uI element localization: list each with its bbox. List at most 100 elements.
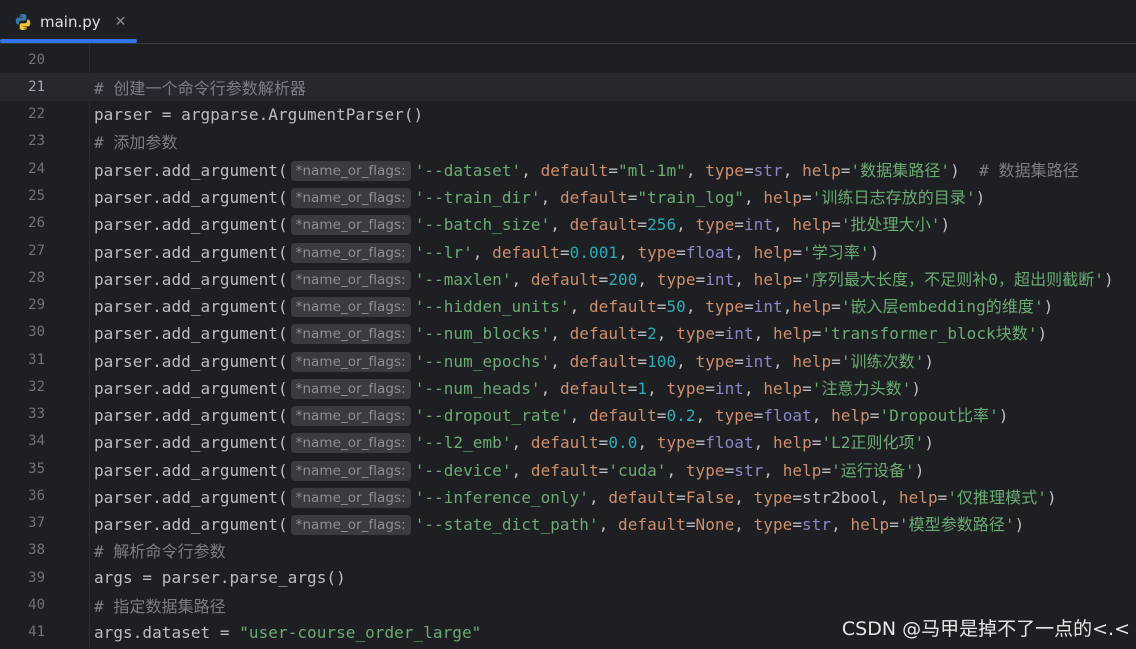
code-token: help: [792, 297, 832, 317]
code-token: ,: [521, 160, 541, 180]
code-token: default: [540, 160, 609, 180]
code-token: '--device': [414, 460, 512, 480]
code-token: parser.add_argument(: [94, 269, 288, 289]
code-token: =: [724, 460, 735, 480]
code-token: '--dataset': [414, 160, 522, 180]
code-line[interactable]: 37 parser.add_argument(*name_or_flags: '--…: [0, 510, 1136, 537]
code-line[interactable]: 32 parser.add_argument(*name_or_flags: '--…: [0, 373, 1136, 400]
code-token: '仅推理模式': [947, 487, 1047, 507]
code-token: '训练日志存放的目录': [811, 187, 976, 207]
code-token: '--dropout_rate': [414, 406, 570, 426]
code-token: 'cuda': [608, 460, 667, 480]
code-line[interactable]: 27 parser.add_argument(*name_or_flags: '--…: [0, 237, 1136, 264]
code-token: =: [676, 487, 686, 507]
active-tab-indicator: [0, 39, 137, 43]
parameter-hint: *name_or_flags:: [290, 242, 411, 263]
code-text: args.dataset = "user-course_order_large": [94, 623, 481, 642]
code-token: ): [1043, 297, 1054, 317]
code-line[interactable]: 36 parser.add_argument(*name_or_flags: '--…: [0, 482, 1136, 509]
code-token: default: [559, 378, 628, 398]
code-line[interactable]: 21 # 创建一个命令行参数解析器: [0, 73, 1136, 101]
code-line[interactable]: 29 parser.add_argument(*name_or_flags: '--…: [0, 291, 1136, 318]
code-line[interactable]: 20: [0, 46, 1136, 73]
code-line[interactable]: 22 parser = argparse.ArgumentParser(): [0, 101, 1136, 128]
code-text: parser.add_argument(*name_or_flags: '--tr…: [94, 184, 985, 208]
code-token: int: [753, 297, 783, 317]
code-line[interactable]: 24 parser.add_argument(*name_or_flags: '--…: [0, 155, 1136, 182]
code-token: ,: [540, 187, 560, 207]
code-token: int: [743, 215, 774, 235]
code-token: =: [676, 242, 686, 262]
code-token: str2bool: [802, 487, 880, 507]
line-number: 37: [28, 515, 45, 532]
code-token: help: [850, 515, 890, 535]
code-token: # 添加参数: [94, 133, 178, 153]
code-token: =: [695, 269, 706, 289]
tab-main-py[interactable]: main.py ✕: [0, 0, 137, 44]
code-line[interactable]: 23 # 添加参数: [0, 128, 1136, 155]
close-tab-icon[interactable]: ✕: [115, 14, 127, 30]
code-token: =: [714, 324, 725, 344]
line-number: 26: [28, 215, 45, 232]
code-token: default: [608, 487, 677, 507]
code-token: ,: [743, 187, 764, 207]
code-token: type: [666, 378, 706, 398]
code-line[interactable]: 33 parser.add_argument(*name_or_flags: '--…: [0, 401, 1136, 428]
code-token: int: [705, 269, 735, 289]
parameter-hint: *name_or_flags:: [290, 160, 411, 181]
code-token: ): [924, 351, 935, 371]
code-line[interactable]: 30 parser.add_argument(*name_or_flags: '--…: [0, 319, 1136, 346]
code-token: ,: [588, 487, 609, 507]
code-token: parser.add_argument(: [94, 351, 288, 371]
code-token: =: [598, 460, 609, 480]
code-text: parser = argparse.ArgumentParser(): [94, 105, 423, 124]
code-token: str: [734, 460, 764, 480]
line-number: 20: [28, 51, 45, 68]
code-token: ,: [472, 242, 493, 262]
line-number: 34: [28, 433, 45, 450]
parameter-hint: *name_or_flags:: [290, 406, 411, 427]
code-token: parser.add_argument(: [94, 460, 288, 480]
code-token: =: [792, 487, 803, 507]
line-number: 21: [28, 78, 45, 95]
parameter-hint: *name_or_flags:: [290, 297, 411, 318]
code-line[interactable]: 26 parser.add_argument(*name_or_flags: '--…: [0, 210, 1136, 237]
code-editor[interactable]: 20 21 # 创建一个命令行参数解析器 22 parser = argparse.Ar…: [0, 44, 1136, 649]
code-token: float: [763, 406, 812, 426]
line-number: 31: [28, 351, 45, 368]
code-token: ,: [666, 460, 686, 480]
code-line[interactable]: 39 args = parser.parse_args(): [0, 564, 1136, 591]
code-line[interactable]: 31 parser.add_argument(*name_or_flags: '--…: [0, 346, 1136, 373]
code-line[interactable]: 28 parser.add_argument(*name_or_flags: '--…: [0, 264, 1136, 291]
code-token: 50: [666, 297, 686, 317]
csdn-watermark: CSDN @马甲是掉不了一点的<.<: [841, 618, 1130, 640]
code-token: default: [569, 351, 638, 371]
code-token: help: [773, 433, 812, 453]
code-token: float: [705, 433, 754, 453]
code-token: ,: [695, 406, 715, 426]
parameter-hint: *name_or_flags:: [290, 515, 411, 536]
code-line[interactable]: 25 parser.add_argument(*name_or_flags: '--…: [0, 182, 1136, 209]
code-token: =: [792, 242, 803, 262]
code-token: '数据集路径': [850, 160, 951, 180]
code-token: '--num_epochs': [414, 351, 551, 371]
code-token: ,: [811, 406, 832, 426]
code-token: help: [763, 378, 803, 398]
parameter-hint: *name_or_flags:: [290, 324, 411, 345]
code-token: ,: [685, 297, 706, 317]
code-token: =: [685, 515, 696, 535]
code-line[interactable]: 35 parser.add_argument(*name_or_flags: '--…: [0, 455, 1136, 482]
code-token: ,: [685, 160, 706, 180]
code-token: ,: [782, 297, 793, 317]
line-number: 27: [28, 242, 45, 259]
code-line[interactable]: 34 parser.add_argument(*name_or_flags: '--…: [0, 428, 1136, 455]
code-token: int: [724, 324, 754, 344]
code-token: type: [685, 460, 725, 480]
code-token: ): [869, 242, 880, 262]
code-token: ,: [637, 433, 657, 453]
code-token: 1: [637, 378, 648, 398]
parameter-hint: *name_or_flags:: [290, 269, 411, 290]
code-token: type: [676, 324, 715, 344]
code-token: help: [763, 187, 803, 207]
code-line[interactable]: 38 # 解析命令行参数: [0, 537, 1136, 564]
